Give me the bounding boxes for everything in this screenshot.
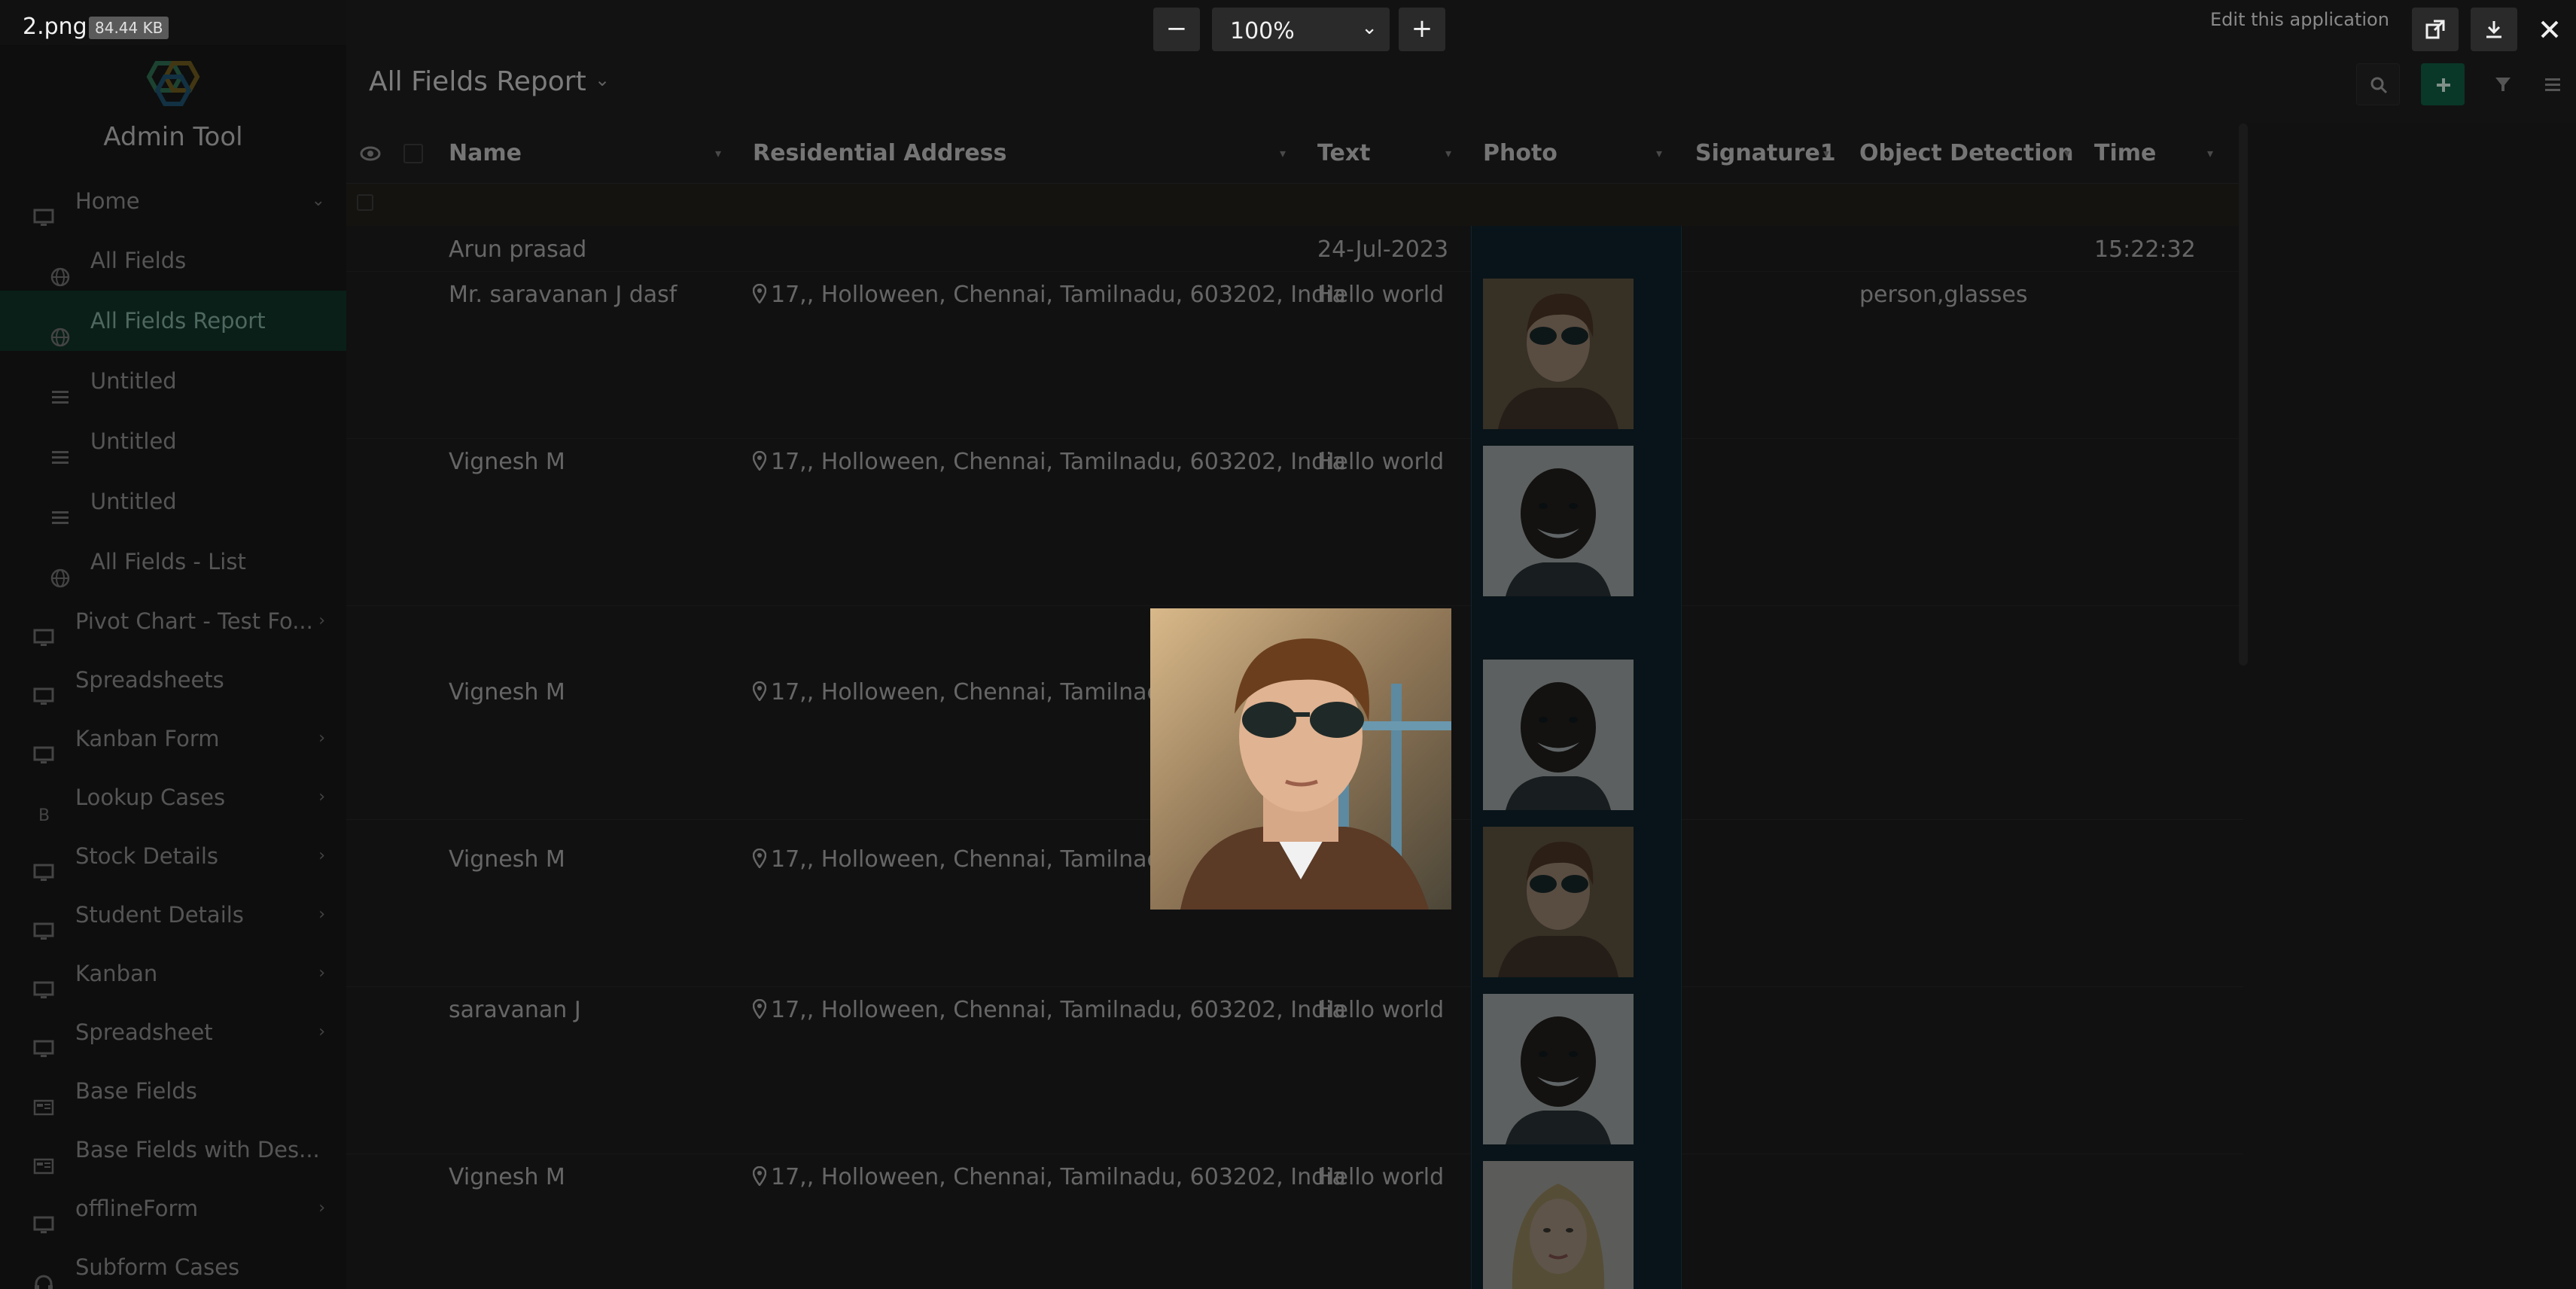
open-external-icon	[2425, 20, 2445, 39]
open-external-button[interactable]	[2412, 8, 2459, 51]
file-size-badge: 84.44 KB	[89, 17, 169, 39]
image-viewer-overlay[interactable]: 2.png 84.44 KB Edit this application − 1…	[0, 0, 2576, 1289]
zoom-value: 100%	[1230, 18, 1295, 44]
chevron-down-icon: ⌄	[1361, 17, 1378, 39]
viewer-toolbar: 2.png 84.44 KB Edit this application − 1…	[0, 0, 2576, 51]
zoom-out-button[interactable]: −	[1153, 8, 1200, 51]
zoom-select[interactable]: 100% ⌄	[1212, 8, 1390, 51]
close-icon[interactable]	[2531, 11, 2568, 48]
download-icon	[2486, 21, 2501, 38]
file-name: 2.png	[23, 14, 87, 40]
image-preview[interactable]	[1150, 608, 1451, 910]
edit-application-link[interactable]: Edit this application	[2210, 9, 2389, 30]
download-button[interactable]	[2471, 8, 2517, 51]
zoom-in-button[interactable]: +	[1399, 8, 1445, 51]
